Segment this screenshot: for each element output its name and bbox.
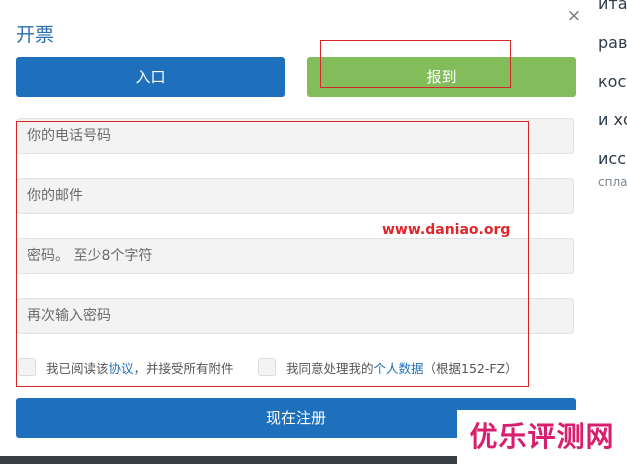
- register-tab-button[interactable]: 报到: [307, 57, 576, 97]
- password-repeat-input[interactable]: [17, 299, 573, 333]
- password-input[interactable]: [17, 239, 573, 273]
- terms-suffix-text: ，并接受所有附件: [133, 360, 234, 376]
- background-text: исса: [598, 149, 627, 168]
- privacy-link[interactable]: 个人数据: [374, 358, 424, 377]
- email-field-wrapper: [16, 178, 574, 214]
- email-input[interactable]: [17, 179, 573, 213]
- privacy-agreement: 我同意处理我的 个人数据 （根据152-FZ）: [258, 356, 518, 378]
- background-text: рав: [598, 33, 627, 52]
- privacy-checkbox[interactable]: [258, 358, 276, 376]
- terms-checkbox[interactable]: [18, 358, 36, 376]
- watermark-url: www.daniao.org: [382, 222, 511, 238]
- phone-field-wrapper: [16, 118, 574, 154]
- watermark-brand-logo: 优乐评测网: [457, 410, 627, 464]
- background-text: и хо: [598, 110, 627, 129]
- terms-agreement: 我已阅读该 协议 ，并接受所有附件: [18, 356, 234, 378]
- login-tab-button[interactable]: 入口: [16, 57, 285, 97]
- background-text: спла: [598, 175, 627, 189]
- close-icon[interactable]: ×: [565, 7, 583, 25]
- background-text: ита: [598, 0, 627, 13]
- password-field-wrapper: [16, 238, 574, 274]
- phone-input[interactable]: [17, 119, 573, 153]
- background-text: кост: [598, 72, 627, 91]
- background-page: ита рав кост и хо исса спла: [596, 0, 627, 410]
- password-repeat-field-wrapper: [16, 298, 574, 334]
- terms-link[interactable]: 协议: [109, 358, 134, 377]
- modal-title: 开票: [16, 24, 55, 46]
- privacy-suffix-text: （根据152-FZ）: [423, 360, 518, 376]
- privacy-prefix-text: 我同意处理我的: [286, 360, 374, 376]
- terms-prefix-text: 我已阅读该: [46, 360, 109, 376]
